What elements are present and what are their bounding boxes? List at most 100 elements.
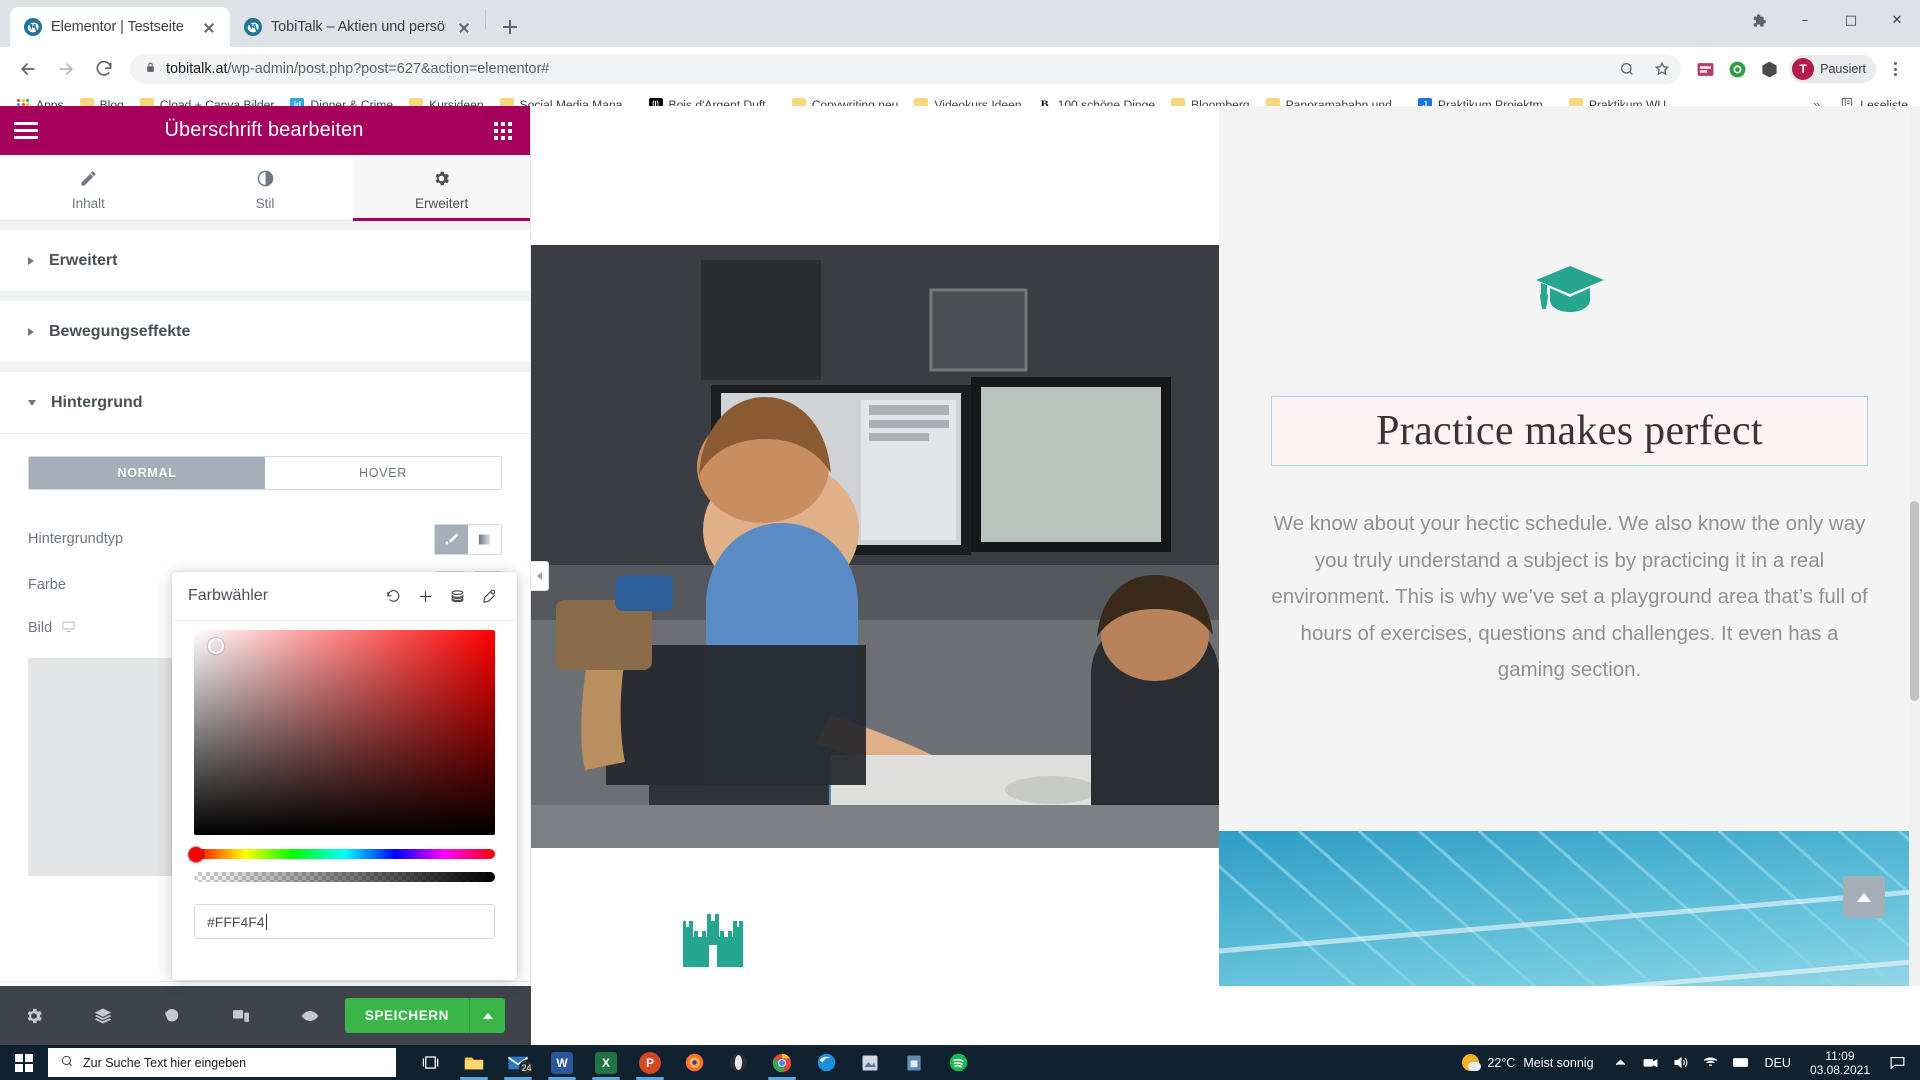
state-tab-hover[interactable]: HOVER (265, 457, 501, 489)
hex-input[interactable]: #FFF4F4 (194, 904, 495, 939)
history-icon[interactable] (138, 986, 207, 1045)
partly-sunny-icon (1462, 1054, 1482, 1071)
section-hintergrund[interactable]: Hintergrund (0, 372, 530, 434)
extension-icon-1[interactable] (1691, 55, 1719, 83)
window-close-button[interactable]: ✕ (1874, 0, 1920, 40)
opera-icon[interactable] (716, 1045, 760, 1080)
save-options-button[interactable] (469, 998, 506, 1033)
hue-slider[interactable] (188, 846, 495, 862)
url-text: tobitalk.at/wp-admin/post.php?post=627&a… (166, 61, 550, 77)
meet-now-icon[interactable] (1636, 1045, 1666, 1080)
weather-widget[interactable]: 22°C Meist sonnig (1450, 1054, 1605, 1071)
file-explorer-icon[interactable] (452, 1045, 496, 1080)
excel-icon[interactable]: X (584, 1045, 628, 1080)
address-bar[interactable]: tobitalk.at/wp-admin/post.php?post=627&a… (130, 54, 1682, 84)
tab-inhalt[interactable]: Inhalt (0, 155, 177, 220)
store-icon[interactable] (892, 1045, 936, 1080)
omnibox-row: tobitalk.at/wp-admin/post.php?post=627&a… (0, 47, 1920, 91)
search-icon[interactable] (1614, 56, 1640, 82)
profile-chip[interactable]: T Pausiert (1789, 55, 1876, 83)
color-picker-popup: Farbwähler #FFF4F4 (172, 572, 517, 980)
reset-icon[interactable] (377, 581, 409, 611)
language-indicator[interactable]: DEU (1756, 1056, 1800, 1070)
panel-collapse-handle[interactable] (531, 561, 549, 591)
tab-label: Stil (255, 195, 275, 211)
search-input[interactable]: Zur Suche Text hier eingeben (48, 1048, 396, 1077)
state-tab-normal[interactable]: NORMAL (29, 457, 265, 489)
pool-photo (1219, 831, 1920, 986)
hue-slider-knob[interactable] (188, 846, 204, 862)
close-icon[interactable] (455, 18, 473, 36)
back-button[interactable] (10, 51, 46, 87)
reload-button[interactable] (86, 51, 122, 87)
extension-puzzle-icon[interactable] (1736, 0, 1782, 40)
close-icon[interactable] (200, 18, 218, 36)
volume-icon[interactable] (1666, 1045, 1696, 1080)
chevron-left-icon (536, 572, 542, 580)
navigator-layers-icon[interactable] (69, 986, 138, 1045)
settings-gear-icon[interactable] (0, 986, 69, 1045)
wifi-icon[interactable] (1696, 1045, 1726, 1080)
section-label: Hintergrund (51, 393, 143, 411)
keyboard-icon[interactable] (1726, 1045, 1756, 1080)
brush-icon[interactable] (435, 524, 468, 554)
paragraph-text: We know about your hectic schedule. We a… (1271, 512, 1868, 681)
canvas-scrollbar[interactable] (1909, 106, 1920, 986)
tab-label: Erweitert (415, 195, 469, 211)
powerpoint-icon[interactable]: P (628, 1045, 672, 1080)
section-erweitert[interactable]: Erweitert (0, 230, 530, 292)
spotify-icon[interactable] (936, 1045, 980, 1080)
minimize-button[interactable]: – (1782, 0, 1828, 40)
eyedropper-icon[interactable] (473, 581, 505, 611)
taskbar-app-icons: 24 W X P (408, 1045, 980, 1080)
preview-eye-icon[interactable] (276, 986, 345, 1045)
gradient-icon[interactable] (468, 524, 501, 554)
browser-tab-inactive[interactable]: TobiTalk – Aktien und persönliche (230, 7, 485, 47)
notification-icon[interactable] (1880, 1045, 1914, 1080)
alpha-slider[interactable] (194, 872, 495, 882)
widgets-grid-icon[interactable] (476, 121, 530, 140)
section-bewegungseffekte[interactable]: Bewegungseffekte (0, 301, 530, 363)
chrome-menu-button[interactable] (1880, 54, 1910, 84)
extension-icon-2[interactable] (1723, 55, 1751, 83)
photos-icon[interactable] (848, 1045, 892, 1080)
tab-stil[interactable]: Stil (177, 155, 354, 220)
mail-icon[interactable]: 24 (496, 1045, 540, 1080)
scrollbar-thumb[interactable] (1910, 501, 1919, 701)
chevron-right-icon (28, 327, 34, 336)
graduation-cap-icon (1534, 263, 1606, 323)
scroll-to-top-button[interactable] (1843, 876, 1885, 918)
saturation-pointer[interactable] (208, 638, 224, 654)
forward-button[interactable] (48, 51, 84, 87)
save-button[interactable]: SPEICHERN (344, 998, 470, 1033)
desktop-icon[interactable] (61, 619, 76, 638)
wordpress-icon (24, 18, 42, 36)
tray-overflow-chevron-up-icon[interactable] (1606, 1045, 1636, 1080)
lock-icon (144, 61, 157, 78)
chevron-right-icon (28, 256, 34, 265)
maximize-button[interactable]: □ (1828, 0, 1874, 40)
word-icon[interactable]: W (540, 1045, 584, 1080)
selected-heading-widget[interactable]: Practice makes perfect (1271, 396, 1868, 466)
clock[interactable]: 11:09 03.08.2021 (1800, 1049, 1880, 1077)
extension-icon-3[interactable] (1755, 55, 1783, 83)
bg-type-choices (434, 523, 502, 555)
firefox-icon[interactable] (672, 1045, 716, 1080)
tab-erweitert[interactable]: Erweitert (353, 155, 531, 221)
plus-icon[interactable] (409, 581, 441, 611)
task-view-icon[interactable] (408, 1045, 452, 1080)
browser-tab-active[interactable]: Elementor | Testseite (10, 7, 230, 47)
new-tab-button[interactable] (495, 12, 525, 42)
chrome-icon[interactable] (760, 1045, 804, 1080)
windows-start-icon[interactable] (0, 1045, 48, 1080)
alpha-slider-knob[interactable] (488, 872, 495, 882)
elementor-bottom-bar: SPEICHERN (0, 986, 531, 1045)
tab-title: Elementor | Testseite (51, 19, 184, 35)
saturation-value-area[interactable] (194, 630, 495, 835)
hamburger-icon[interactable] (0, 122, 52, 139)
palette-icon[interactable] (441, 581, 473, 611)
edge-icon[interactable] (804, 1045, 848, 1080)
panel-tabs: Inhalt Stil Erweitert (0, 155, 531, 221)
responsive-mode-icon[interactable] (207, 986, 276, 1045)
bookmark-star-icon[interactable] (1649, 56, 1675, 82)
